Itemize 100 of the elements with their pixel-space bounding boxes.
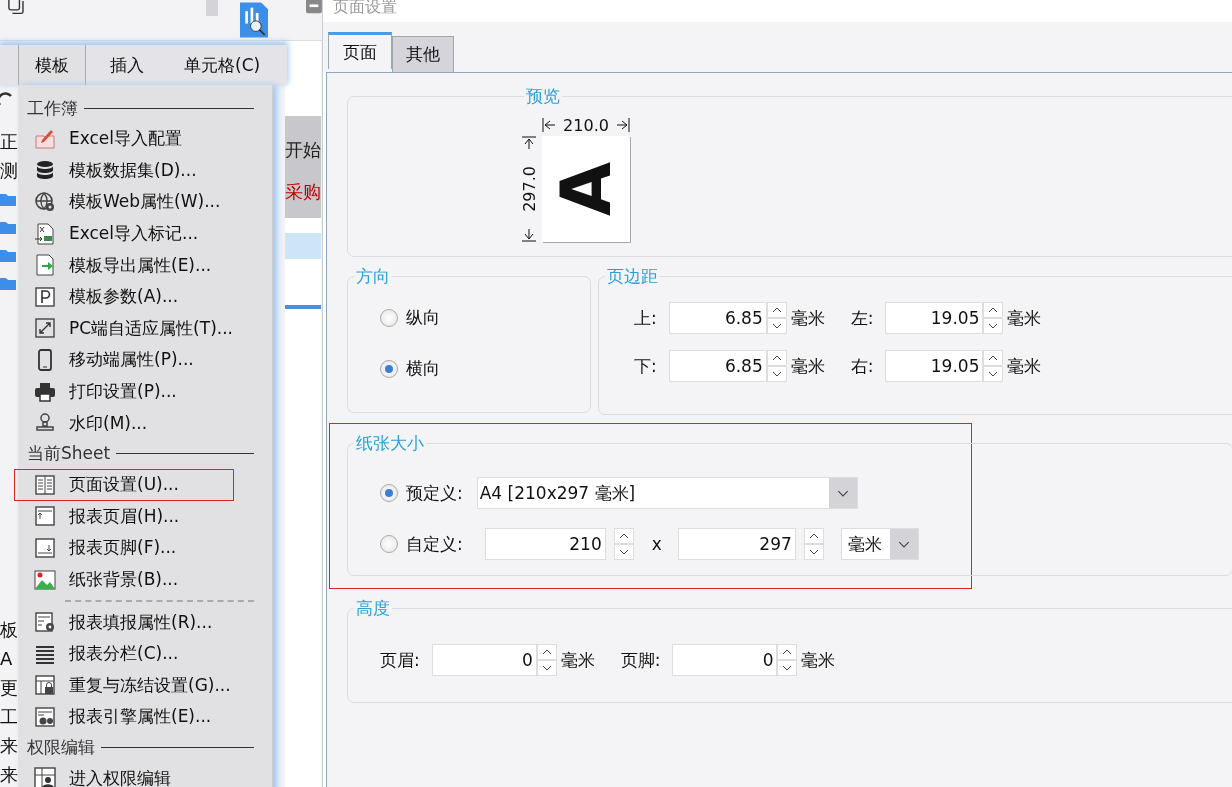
menu-item[interactable]: 纸张背景(B)...	[14, 563, 234, 596]
chevron-down-icon	[618, 549, 629, 555]
dimension-arrow-icon	[522, 136, 536, 150]
tab[interactable]: 页面	[328, 32, 392, 69]
step-up-button[interactable]	[536, 644, 557, 660]
chevron-down-icon	[988, 323, 999, 329]
parameter-box-icon	[34, 285, 56, 308]
save-icon[interactable]	[306, 0, 322, 15]
step-down-button[interactable]	[777, 660, 798, 676]
number-field[interactable]: 0	[431, 644, 537, 676]
radio-button[interactable]	[380, 484, 398, 502]
menu-item[interactable]: Excel导入标记...	[14, 217, 234, 250]
unit-label: 毫米	[801, 648, 836, 672]
number-field[interactable]: 210	[484, 528, 606, 560]
radio-button[interactable]	[380, 535, 398, 553]
menu-item[interactable]: 打印设置(P)...	[14, 375, 234, 408]
preview-group: 预览 210.0 297.0 A	[347, 85, 1232, 257]
menu-item[interactable]: 模板Web属性(W)...	[14, 186, 234, 218]
unit-select[interactable]: 毫米	[840, 528, 919, 560]
cell-text: 来	[0, 763, 18, 787]
unit-label: 毫米	[790, 354, 825, 378]
menu-item[interactable]: PC端自适应属性(T)...	[14, 312, 234, 345]
user-grid-icon	[34, 767, 56, 787]
unit-label: 毫米	[1007, 354, 1042, 378]
number-field[interactable]: 6.85	[668, 350, 767, 382]
chevron-down-icon	[541, 665, 552, 671]
chart-search-icon[interactable]	[239, 0, 269, 40]
chevron-up-icon	[782, 649, 793, 655]
field-label: 页脚:	[620, 648, 661, 672]
chevron-up-icon	[988, 355, 999, 361]
page-columns-icon	[34, 473, 56, 496]
times-sign: x	[651, 534, 662, 554]
number-field[interactable]: 297	[677, 528, 796, 560]
chevron-down-icon	[988, 371, 999, 377]
chevron-up-icon	[808, 533, 819, 539]
chevron-up-icon	[541, 649, 552, 655]
dimension-arrow-icon	[616, 118, 630, 132]
spreadsheet-import-icon	[34, 222, 56, 245]
step-up-button[interactable]	[766, 302, 787, 318]
field-label: 右:	[850, 354, 874, 378]
chevron-down-icon	[771, 323, 782, 329]
menu-tab[interactable]: 模板	[18, 45, 86, 85]
footer-icon	[34, 536, 56, 559]
height-label: 297.0	[519, 166, 539, 212]
header-icon	[34, 505, 56, 528]
radio-button[interactable]	[380, 359, 398, 378]
cell-text: 工	[0, 705, 18, 729]
radio-button[interactable]	[380, 308, 398, 327]
field-label: 上:	[634, 306, 657, 330]
number-field[interactable]: 19.05	[885, 350, 984, 382]
paper-size-select[interactable]: A4 [210x297 毫米]	[476, 477, 858, 509]
chevron-up-icon	[771, 307, 782, 313]
dimension-arrow-icon	[542, 118, 556, 132]
menu-item[interactable]: 报表页脚(F)...	[14, 532, 234, 564]
chevron-down-icon	[771, 371, 782, 377]
menu-item[interactable]: 模板导出属性(E)...	[14, 249, 234, 281]
resize-icon	[34, 317, 56, 340]
menu-tab[interactable]: 单元格(C)	[168, 45, 277, 85]
step-down-button[interactable]	[803, 544, 824, 560]
chevron-down-icon	[782, 665, 793, 671]
unit-label: 毫米	[560, 648, 595, 672]
folder-icon	[0, 220, 16, 234]
form-gear-icon	[34, 611, 56, 634]
database-icon	[34, 159, 56, 182]
menu-item[interactable]: 页面设置(U)...	[14, 468, 234, 501]
step-up-button[interactable]	[766, 350, 787, 366]
step-up-button[interactable]	[777, 644, 798, 660]
step-up-button[interactable]	[983, 302, 1004, 318]
menu-item[interactable]: 模板参数(A)...	[14, 280, 234, 313]
folder-icon	[0, 192, 16, 206]
step-down-button[interactable]	[766, 366, 787, 382]
menu-section-title: 当前Sheet	[27, 442, 111, 466]
orientation-group: 方向 纵向 横向	[347, 265, 591, 413]
step-down-button[interactable]	[983, 366, 1004, 382]
step-down-button[interactable]	[983, 318, 1004, 334]
menu-item[interactable]: 水印(M)...	[14, 407, 234, 439]
step-up-button[interactable]	[613, 528, 634, 544]
cell-text: 更	[0, 676, 18, 700]
cell-text: 来	[0, 734, 18, 758]
menu-item[interactable]: 移动端属性(P)...	[14, 344, 234, 376]
menu-tab[interactable]: 插入	[94, 45, 160, 85]
radio-label: 预定义:	[406, 481, 463, 505]
chevron-down-icon	[808, 549, 819, 555]
step-up-button[interactable]	[983, 350, 1004, 366]
step-up-button[interactable]	[803, 528, 824, 544]
document-gears-icon	[34, 705, 56, 728]
cell-text: 正	[0, 130, 18, 154]
lock-table-icon	[34, 674, 56, 697]
number-field[interactable]: 0	[672, 644, 778, 676]
cell-text: A	[0, 647, 14, 671]
folder-icon	[0, 276, 16, 290]
tab[interactable]: 其他	[392, 36, 454, 72]
book-pencil-icon	[34, 127, 56, 150]
step-down-button[interactable]	[766, 318, 787, 334]
menu-section-title: 工作簿	[27, 96, 78, 120]
number-field[interactable]: 6.85	[668, 302, 767, 334]
step-down-button[interactable]	[536, 660, 557, 676]
step-down-button[interactable]	[613, 544, 634, 560]
menu-item[interactable]: 报表页眉(H)...	[14, 500, 234, 533]
number-field[interactable]: 19.05	[885, 302, 984, 334]
